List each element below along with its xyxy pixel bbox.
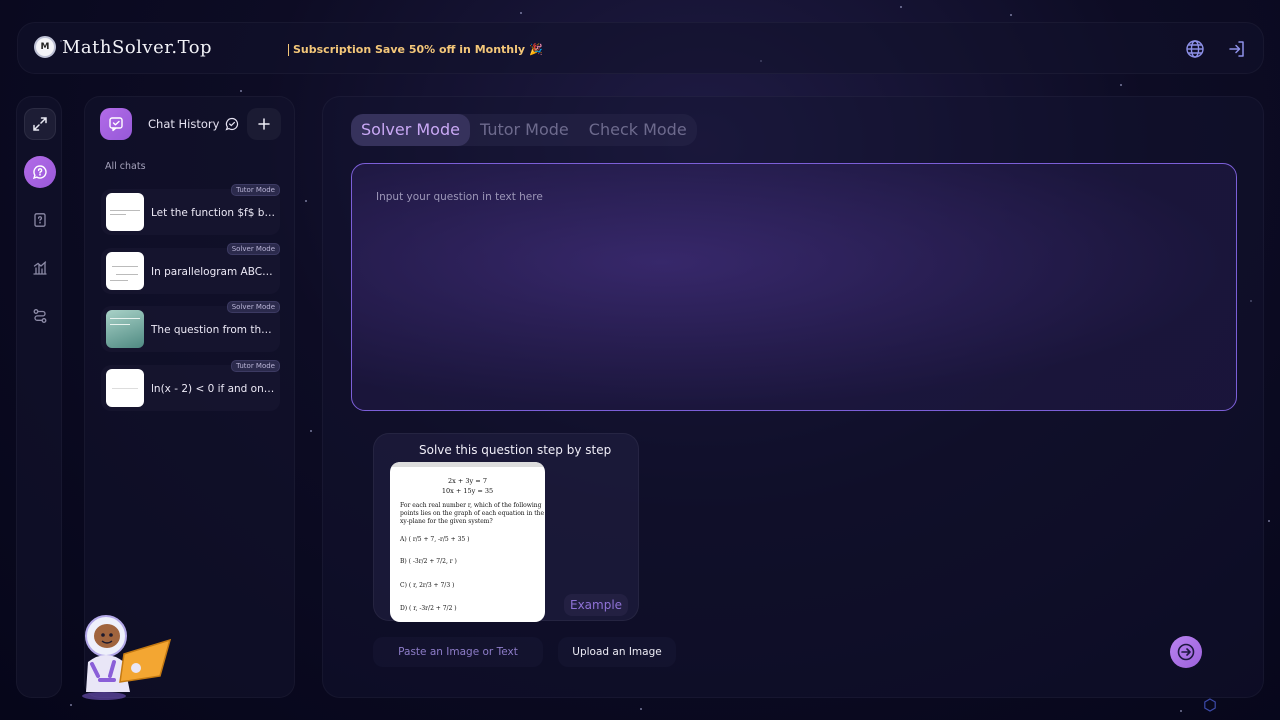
promo-text: Subscription Save 50% off in Monthly (293, 43, 526, 56)
chat-history-title[interactable]: Chat History (148, 117, 239, 131)
promo-divider (288, 43, 289, 56)
logo[interactable]: M MathSolver.Top (34, 36, 212, 58)
example-title: Solve this question step by step (419, 443, 612, 457)
question-line: xy-plane for the given system? (400, 518, 493, 525)
astronaut-mascot (82, 615, 172, 700)
mode-tabs: Solver Mode Tutor Mode Check Mode (351, 114, 697, 146)
chat-history-label: Chat History (148, 117, 220, 131)
option-d: D) ( r, -3r/2 + 7/2 ) (400, 605, 457, 612)
chat-thumbnail (106, 193, 144, 231)
option-c: C) ( r, 2r/3 + 7/3 ) (400, 582, 455, 589)
arrow-right-icon (1177, 643, 1195, 661)
example-question-image[interactable]: 2x + 3y = 7 10x + 15y = 35 For each real… (390, 462, 545, 622)
left-rail (16, 96, 62, 698)
mode-badge: Solver Mode (226, 301, 280, 313)
mode-badge: Tutor Mode (231, 360, 280, 372)
mode-badge: Tutor Mode (231, 184, 280, 196)
question-placeholder: Input your question in text here (376, 191, 543, 203)
history-bubble-icon (225, 117, 239, 131)
equation-2: 10x + 15y = 35 (441, 487, 494, 495)
promo-banner[interactable]: Subscription Save 50% off in Monthly 🎉 (288, 43, 543, 56)
logo-mark-icon: M (34, 36, 56, 58)
chat-item[interactable]: ln(x - 2) < 0 if and only if Tutor Mode (101, 360, 280, 411)
tab-tutor-mode[interactable]: Tutor Mode (470, 114, 579, 146)
tab-solver-mode[interactable]: Solver Mode (351, 114, 470, 146)
question-input[interactable]: Input your question in text here (351, 163, 1237, 411)
option-b: B) ( -3r/2 + 7/2, r ) (400, 558, 457, 565)
chat-item[interactable]: The question from the i... Solver Mode (101, 301, 280, 352)
example-card[interactable]: Solve this question step by step 2x + 3y… (373, 433, 639, 622)
question-doc-icon[interactable] (24, 204, 56, 236)
party-icon: 🎉 (529, 43, 543, 56)
top-header: M MathSolver.Top Subscription Save 50% o… (17, 22, 1264, 74)
question-line: For each real number r, which of the fol… (400, 502, 542, 509)
paste-button[interactable]: Paste an Image or Text (373, 637, 543, 667)
tab-check-mode[interactable]: Check Mode (579, 114, 697, 146)
all-chats-label: All chats (105, 161, 146, 172)
chat-history-panel: Chat History All chats Let the function … (84, 96, 295, 698)
route-icon[interactable] (24, 300, 56, 332)
send-button[interactable] (1170, 636, 1202, 668)
chat-item[interactable]: Let the function $f$ be ... Tutor Mode (101, 184, 280, 235)
chat-thumbnail (106, 369, 144, 407)
equation-1: 2x + 3y = 7 (448, 477, 487, 485)
new-chat-button[interactable] (247, 108, 281, 140)
history-chat-icon[interactable] (100, 108, 132, 140)
chat-thumbnail (106, 252, 144, 290)
chat-item[interactable]: In parallelogram ABCD ... Solver Mode (101, 243, 280, 294)
logo-text: MathSolver.Top (62, 36, 213, 58)
option-a: A) ( r/5 + 7, -r/5 + 35 ) (400, 536, 470, 543)
chat-item-text: In parallelogram ABCD ... (151, 266, 275, 278)
main-panel: Solver Mode Tutor Mode Check Mode Input … (322, 96, 1264, 698)
chart-icon[interactable] (24, 252, 56, 284)
plus-icon (258, 118, 270, 130)
corner-hex-icon (1204, 698, 1216, 712)
image-toolbar (390, 462, 545, 467)
chat-thumbnail (106, 310, 144, 348)
upload-image-button[interactable]: Upload an Image (558, 637, 676, 667)
chat-item-text: ln(x - 2) < 0 if and only if (151, 383, 275, 395)
chat-icon[interactable] (24, 156, 56, 188)
expand-icon[interactable] (24, 108, 56, 140)
mode-badge: Solver Mode (226, 243, 280, 255)
globe-icon[interactable] (1184, 38, 1206, 60)
chat-item-text: The question from the i... (151, 324, 275, 336)
sign-in-icon[interactable] (1226, 38, 1248, 60)
example-button[interactable]: Example (564, 594, 629, 616)
chat-item-text: Let the function $f$ be ... (151, 207, 275, 219)
question-line: points lies on the graph of each equatio… (400, 510, 545, 517)
